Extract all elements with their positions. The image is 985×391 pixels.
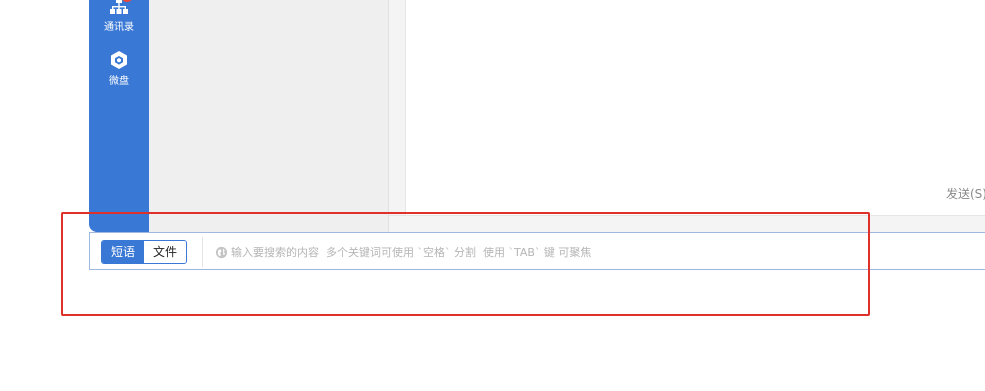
quick-phrase-bar: 短语 文件 <box>89 232 985 270</box>
send-button[interactable]: 发送(S) <box>946 185 985 202</box>
panel-divider[interactable] <box>389 0 406 215</box>
nav-item-contacts[interactable]: 通讯录 <box>89 0 149 34</box>
conversation-list <box>149 0 389 232</box>
chat-area <box>406 0 985 215</box>
globe-icon <box>215 246 228 258</box>
cloud-drive-icon <box>111 51 127 69</box>
nav-item-label: 微盘 <box>109 76 129 87</box>
bar-separator <box>202 237 203 267</box>
chat-footer-strip <box>389 215 985 233</box>
nav-item-label: 通讯录 <box>104 22 134 33</box>
app-window: 通讯录 微盘 发送(S) 短语 文件 <box>0 0 985 391</box>
tab-phrases[interactable]: 短语 <box>102 241 145 263</box>
nav-item-drive[interactable]: 微盘 <box>89 50 149 88</box>
tab-files[interactable]: 文件 <box>144 241 187 263</box>
search-box <box>215 243 891 261</box>
nav-rail: 通讯录 微盘 <box>89 0 149 232</box>
org-chart-icon <box>110 0 128 14</box>
tab-group: 短语 文件 <box>101 240 188 264</box>
search-input[interactable] <box>231 245 891 259</box>
